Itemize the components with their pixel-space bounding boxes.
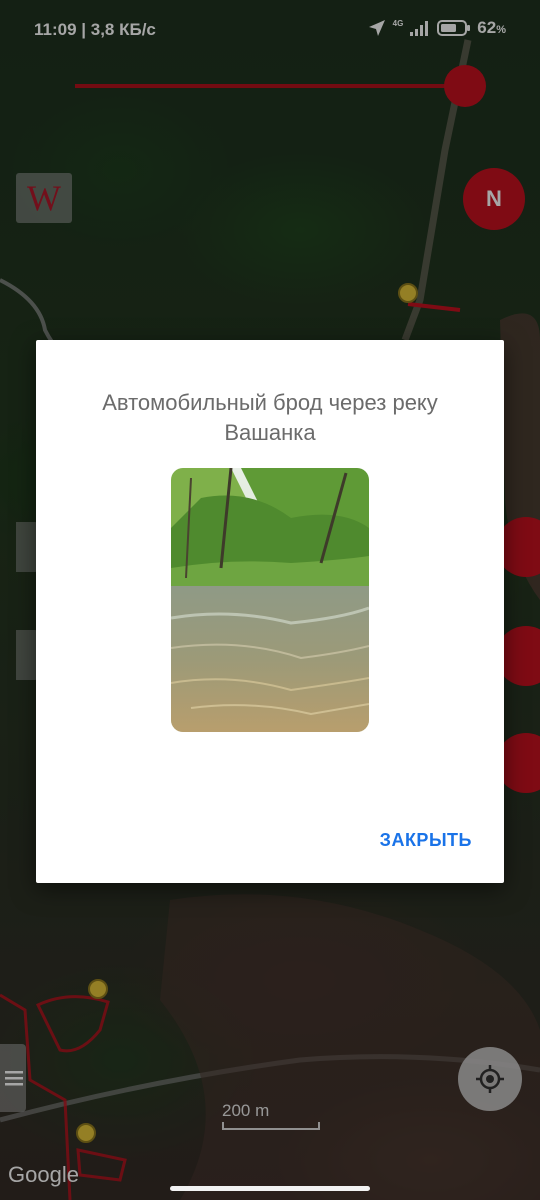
poi-photo[interactable]: [171, 468, 369, 732]
river-photo-image: [171, 468, 369, 732]
dialog-title: Автомобильный брод через реку Вашанка: [102, 390, 438, 445]
home-indicator[interactable]: [170, 1186, 370, 1191]
close-button[interactable]: ЗАКРЫТЬ: [380, 830, 472, 851]
poi-dialog: Автомобильный брод через реку Вашанка ЗА…: [36, 340, 504, 883]
